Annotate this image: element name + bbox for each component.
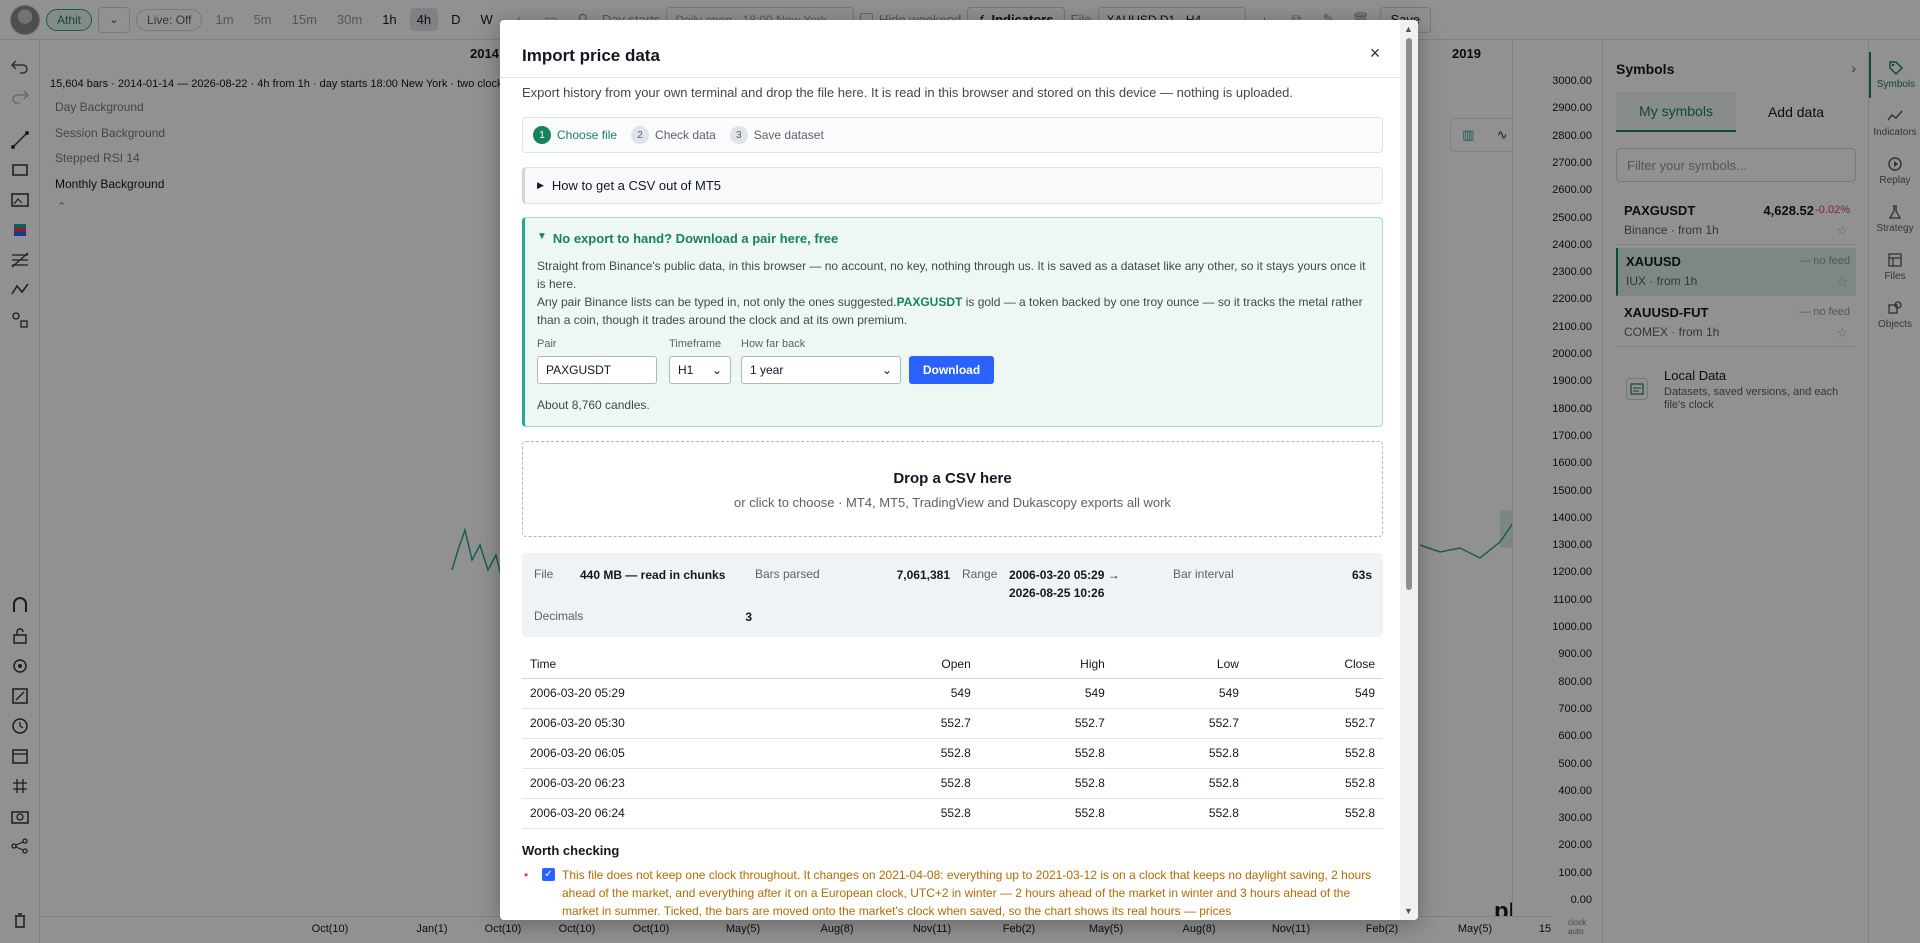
step-indicator: 1 Choose file 2 Check data 3 Save dataset — [522, 117, 1383, 153]
timeframe-label: Timeframe — [669, 338, 722, 350]
file-size-value: 440 MB — read in chunks — [580, 568, 726, 582]
download-pair-note: Any pair Binance lists can be typed in, … — [537, 295, 1363, 327]
csv-drop-zone[interactable]: Drop a CSV here or click to choose · MT4… — [522, 441, 1383, 537]
worth-checking-heading: Worth checking — [522, 843, 620, 858]
caret-down-icon: ▼ — [537, 231, 547, 242]
table-row: 2006-03-20 06:05 552.8 552.8 552.8 552.8 — [522, 738, 1383, 769]
range-label: How far back — [741, 338, 806, 350]
bars-parsed-value: 7,061,381 — [896, 568, 950, 582]
candle-estimate: About 8,760 candles. — [537, 398, 650, 412]
step-save-dataset[interactable]: 3 Save dataset — [729, 126, 824, 144]
howto-disclosure[interactable]: ▶ How to get a CSV out of MT5 — [522, 167, 1383, 204]
clock-warning: • ✓ This file does not keep one clock th… — [524, 868, 1372, 918]
table-row: 2006-03-20 06:23 552.8 552.8 552.8 552.8 — [522, 768, 1383, 799]
chevron-down-icon: ⌄ — [881, 363, 892, 377]
scrollbar-thumb[interactable] — [1406, 38, 1412, 590]
table-row: 2006-03-20 06:24 552.8 552.8 552.8 552.8 — [522, 798, 1383, 829]
column-header-time: Time — [522, 650, 845, 679]
dialog-scrollbar[interactable]: ▲ ▼ — [1400, 20, 1418, 920]
import-dialog: Import price data × Export history from … — [500, 20, 1418, 920]
decimals-value: 3 — [745, 610, 752, 624]
bar-interval-value: 63s — [1351, 568, 1372, 582]
column-header-close: Close — [1246, 650, 1383, 679]
close-icon[interactable]: × — [1364, 42, 1386, 64]
download-panel: ▼ No export to hand? Download a pair here… — [522, 217, 1383, 427]
download-button[interactable]: Download — [909, 356, 994, 384]
step-choose-file[interactable]: 1 Choose file — [533, 126, 617, 144]
column-header-low: Low — [1112, 650, 1247, 679]
range-value-end: 2026-08-25 10:26 — [1009, 586, 1105, 600]
chevron-down-icon: ⌄ — [711, 363, 722, 377]
table-row: 2006-03-20 05:29 549 549 549 549 — [522, 678, 1383, 709]
pair-input[interactable]: PAXGUSDT — [537, 356, 657, 384]
download-disclosure[interactable]: ▼ No export to hand? Download a pair here… — [537, 231, 838, 246]
dialog-intro: Export history from your own terminal an… — [522, 85, 1294, 100]
pair-label: Pair — [537, 338, 557, 350]
caret-right-icon: ▶ — [537, 180, 544, 190]
step-check-data[interactable]: 2 Check data — [631, 126, 716, 144]
file-summary: File 440 MB — read in chunks Bars parsed… — [522, 553, 1383, 637]
column-header-open: Open — [844, 650, 979, 679]
download-description: Straight from Binance's public data, in … — [537, 259, 1366, 291]
range-select[interactable]: 1 year ⌄ — [741, 356, 901, 384]
range-value-start: 2006-03-20 05:29 → — [1009, 568, 1120, 582]
preview-table: Time Open High Low Close 2006-03-20 05:2… — [522, 650, 1383, 829]
column-header-high: High — [978, 650, 1113, 679]
table-row: 2006-03-20 05:30 552.7 552.7 552.7 552.7 — [522, 708, 1383, 739]
scroll-down-icon[interactable]: ▼ — [1404, 906, 1413, 916]
scroll-up-icon[interactable]: ▲ — [1404, 24, 1413, 34]
timeframe-select[interactable]: H1 ⌄ — [669, 356, 731, 384]
dialog-title: Import price data — [522, 46, 660, 65]
fix-clock-checkbox[interactable]: ✓ — [542, 868, 555, 881]
